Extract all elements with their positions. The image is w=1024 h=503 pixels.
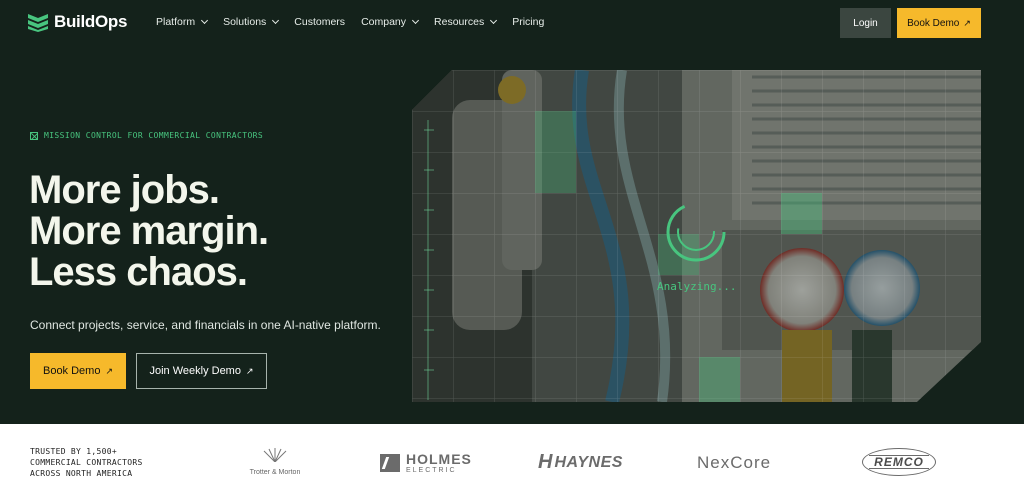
logo-name: HOLMES [406,451,472,467]
chevron-down-icon [201,16,209,25]
hero-image: Analyzing... [412,70,981,402]
login-button[interactable]: Login [840,8,891,38]
nav-item-pricing[interactable]: Pricing [512,16,544,28]
haynes-mark-icon: H [538,451,553,473]
nav-item-label: Solutions [223,16,267,28]
arrow-up-right-icon: ↗ [105,365,114,376]
chevron-down-icon [490,16,498,25]
trusted-line: ACROSS NORTH AMERICA [30,469,133,478]
logo-subname: ELECTRIC [406,467,457,474]
sunburst-icon [263,448,287,463]
hero-headline: More jobs. More margin. Less chaos. [29,168,269,294]
holmes-electric-logo: HOLMES ELECTRIC [380,452,472,474]
nav-item-label: Pricing [512,16,545,28]
hvac-equipment-photo: Analyzing... [412,70,981,402]
headline-line-3: Less chaos. [29,250,248,294]
holmes-mark-icon [380,454,400,472]
top-nav: BuildOps Platform Solutions Customers Co… [0,0,1024,46]
nav-item-label: Company [361,16,407,28]
nexcore-logo: NexCore [697,453,772,472]
arrow-up-right-icon: ↗ [963,17,971,28]
chevron-down-icon [411,16,420,25]
nav-item-solutions[interactable]: Solutions [223,16,280,28]
trotter-morton-logo: Trotter & Morton [244,448,306,476]
nav-item-label: Customers [294,16,346,28]
buildops-chevron-icon [28,14,48,32]
crosshair-square-icon [30,131,38,140]
trusted-line: COMMERCIAL CONTRACTORS [30,458,143,467]
button-label: Join Weekly Demo [149,365,241,377]
hero-section: BuildOps Platform Solutions Customers Co… [0,0,1024,424]
remco-oval-icon: REMCO [862,448,936,476]
nav-item-label: Resources [434,16,485,28]
headline-line-2: More margin. [29,209,269,253]
nav-item-company[interactable]: Company [361,16,420,28]
analyzing-label: Analyzing... [657,280,736,293]
trusted-by-text: TRUSTED BY 1,500+ COMMERCIAL CONTRACTORS… [30,446,143,479]
nav-item-resources[interactable]: Resources [434,16,498,28]
book-demo-button[interactable]: Book Demo ↗ [30,353,126,389]
nav-item-customers[interactable]: Customers [294,16,345,28]
logo-name: REMCO [874,455,924,469]
button-label: Book Demo [907,17,960,29]
trusted-line: TRUSTED BY 1,500+ [30,447,117,456]
arrow-up-right-icon: ↗ [245,365,254,376]
logo-name: HAYNES [554,453,623,471]
book-demo-nav-button[interactable]: Book Demo ↗ [897,8,981,38]
nav-item-label: Platform [156,16,196,28]
headline-line-1: More jobs. [29,168,220,212]
button-label: Book Demo [42,365,101,377]
chevron-down-icon [272,16,280,25]
nav-item-platform[interactable]: Platform [156,16,209,28]
join-weekly-demo-button[interactable]: Join Weekly Demo ↗ [136,353,267,389]
remco-logo: REMCO [862,448,936,478]
eyebrow: MISSION CONTROL FOR COMMERCIAL CONTRACTO… [30,131,263,140]
hero-subheading: Connect projects, service, and financial… [30,318,381,332]
eyebrow-text: MISSION CONTROL FOR COMMERCIAL CONTRACTO… [44,131,264,140]
haynes-logo: H HAYNES [538,451,623,474]
brand-name: BuildOps [54,12,128,31]
logo-name: Trotter & Morton [249,469,301,476]
main-menu: Platform Solutions Customers Company Res… [156,16,544,28]
trusted-logos-strip: TRUSTED BY 1,500+ COMMERCIAL CONTRACTORS… [0,424,1024,503]
logo[interactable]: BuildOps [28,12,127,32]
